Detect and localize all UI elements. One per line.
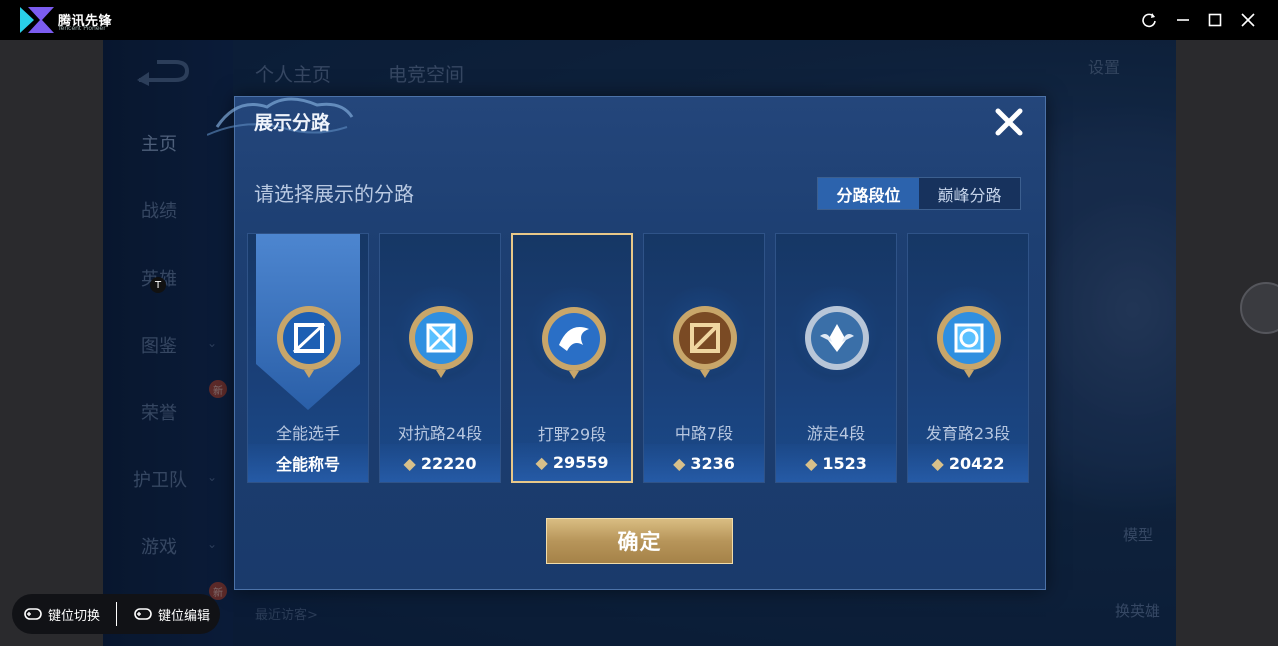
divider [116,602,117,626]
gamepad-icon [24,608,42,620]
score-icon: ◆ [403,453,416,473]
lane-card-farm[interactable]: 发育路23段 ◆ 20422 [907,233,1029,483]
card-score: ◆ 22220 [380,444,500,482]
toggle-lane-rank[interactable]: 分路段位 [818,178,919,209]
key-edit-button[interactable]: 键位编辑 [134,594,210,634]
card-score: ◆ 1523 [776,444,896,482]
close-dialog-icon[interactable] [992,105,1026,139]
gamepad-icon [134,608,152,620]
lane-card-jungle[interactable]: 打野29段 ◆ 29559 [511,233,633,483]
card-score: 全能称号 [248,444,368,482]
dialog-subtitle: 请选择展示的分路 [254,182,414,206]
left-margin [0,40,103,646]
score-icon: ◆ [931,453,944,473]
score-icon: ◆ [673,453,686,473]
card-label: 中路7段 [674,424,734,443]
farm-lane-emblem-icon [937,306,1001,378]
lane-card-allround[interactable]: 全能选手 全能称号 [247,233,369,483]
app-logo-icon [20,7,54,33]
confirm-button[interactable]: 确定 [546,518,733,564]
lane-card-clash[interactable]: 对抗路24段 ◆ 22220 [379,233,501,483]
app-subname: Tencent Pioneer [58,25,106,32]
refresh-button[interactable] [1138,9,1160,31]
card-label: 对抗路24段 [397,424,483,443]
maximize-button[interactable] [1204,9,1226,31]
lane-display-dialog: 展示分路 请选择展示的分路 分路段位 巅峰分路 全能选手 全能称号 对抗路24段… [207,96,1046,590]
card-score: ◆ 20422 [908,444,1028,482]
card-label: 打野29段 [537,425,607,444]
close-icon [1241,13,1255,27]
score-icon: ◆ [805,453,818,473]
card-label: 游走4段 [806,424,866,443]
t-badge: T [150,277,166,293]
card-score: ◆ 3236 [644,444,764,482]
right-margin [1176,40,1278,646]
lane-card-roam[interactable]: 游走4段 ◆ 1523 [775,233,897,483]
minimize-icon [1177,19,1189,21]
score-icon: ◆ [535,452,548,472]
card-label: 发育路23段 [925,424,1011,443]
allround-emblem-icon [277,306,341,378]
title-bar: 腾讯先锋 Tencent Pioneer [0,0,1278,40]
jungle-emblem-icon [542,307,606,379]
key-toolbar: 键位切换 键位编辑 [12,594,220,634]
mode-toggle: 分路段位 巅峰分路 [817,177,1021,210]
maximize-icon [1208,13,1222,27]
refresh-icon [1142,13,1156,28]
card-score: ◆ 29559 [513,443,631,481]
mid-lane-emblem-icon [673,306,737,378]
minimize-button[interactable] [1172,9,1194,31]
dialog-title: 展示分路 [254,112,331,134]
key-switch-button[interactable]: 键位切换 [24,594,100,634]
lane-card-mid[interactable]: 中路7段 ◆ 3236 [643,233,765,483]
toggle-peak-lane[interactable]: 巅峰分路 [919,178,1020,209]
clash-lane-emblem-icon [409,306,473,378]
card-label: 全能选手 [275,424,340,443]
close-window-button[interactable] [1237,9,1259,31]
roam-emblem-icon [805,306,869,370]
